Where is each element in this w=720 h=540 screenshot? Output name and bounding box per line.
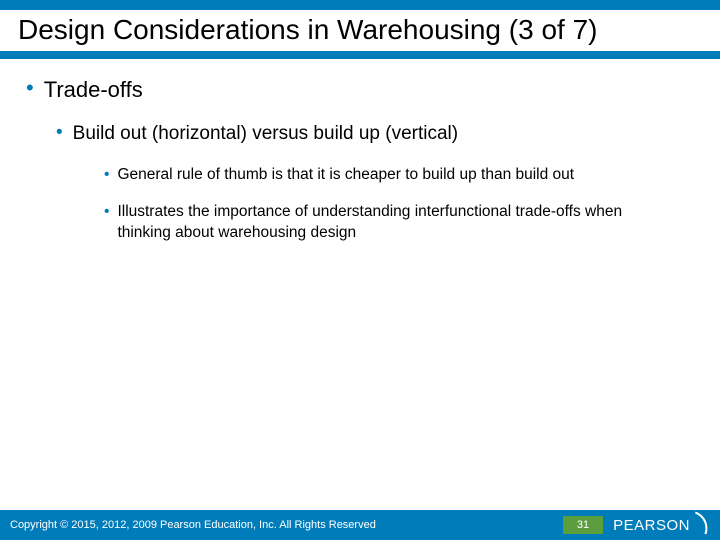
title-band: Design Considerations in Warehousing (3 … bbox=[0, 0, 720, 59]
copyright-text: Copyright © 2015, 2012, 2009 Pearson Edu… bbox=[10, 519, 563, 531]
bullet-icon: • bbox=[26, 77, 34, 103]
brand-text: PEARSON bbox=[613, 517, 690, 534]
bullet-icon: • bbox=[56, 123, 63, 145]
bullet-text: Build out (horizontal) versus build up (… bbox=[73, 123, 458, 145]
bullet-text: Trade-offs bbox=[44, 77, 143, 103]
bullet-text: Illustrates the importance of understand… bbox=[117, 202, 677, 244]
bullet-icon: • bbox=[104, 202, 109, 244]
footer-bar: Copyright © 2015, 2012, 2009 Pearson Edu… bbox=[0, 510, 720, 540]
brand-swoosh-icon bbox=[689, 511, 712, 534]
bullet-level3: • Illustrates the importance of understa… bbox=[104, 202, 694, 244]
content-area: • Trade-offs • Build out (horizontal) ve… bbox=[0, 59, 720, 244]
slide-title: Design Considerations in Warehousing (3 … bbox=[0, 10, 720, 51]
bullet-level2: • Build out (horizontal) versus build up… bbox=[56, 123, 694, 145]
page-number: 31 bbox=[563, 516, 603, 534]
bullet-level1: • Trade-offs bbox=[26, 77, 694, 103]
brand-logo: PEARSON bbox=[613, 514, 710, 536]
bullet-level3: • General rule of thumb is that it is ch… bbox=[104, 165, 694, 186]
bullet-icon: • bbox=[104, 165, 109, 186]
bullet-text: General rule of thumb is that it is chea… bbox=[117, 165, 574, 186]
